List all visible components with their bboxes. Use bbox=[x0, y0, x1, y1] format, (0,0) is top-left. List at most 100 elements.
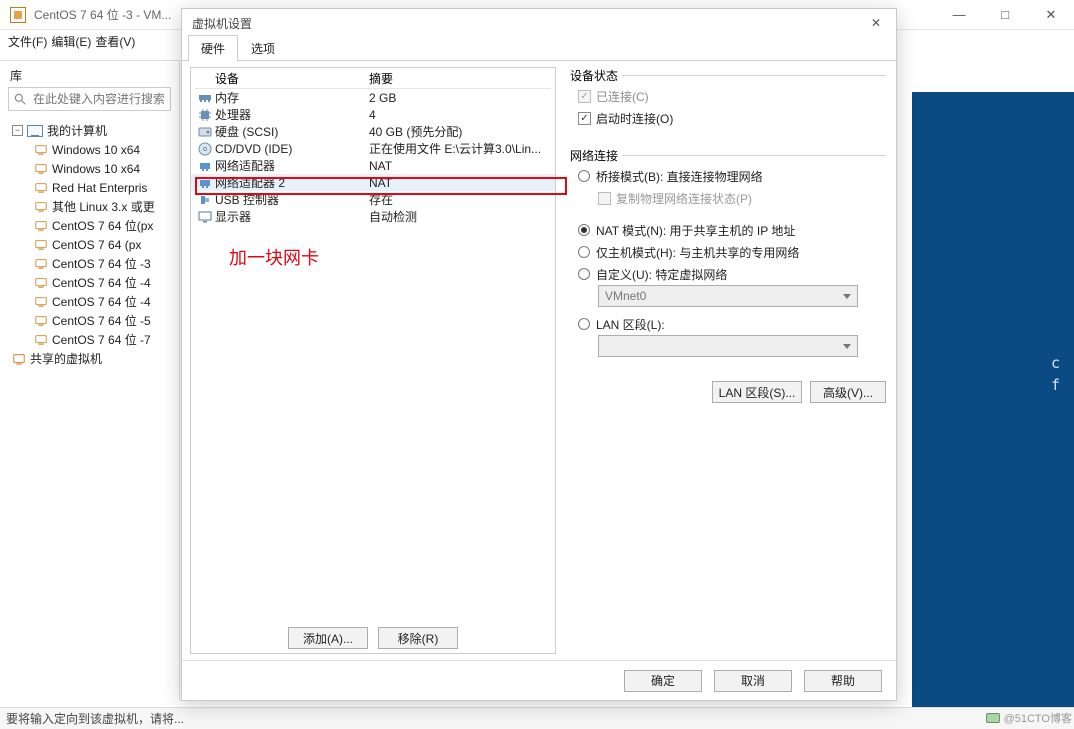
dialog-footer: 确定 取消 帮助 bbox=[182, 660, 896, 700]
hardware-row[interactable]: 网络适配器 2NAT bbox=[191, 174, 555, 191]
shared-vm-icon bbox=[12, 352, 26, 366]
vm-icon bbox=[34, 257, 48, 271]
tab-options[interactable]: 选项 bbox=[238, 35, 288, 61]
menu-edit[interactable]: 编辑(E) bbox=[51, 33, 91, 50]
hardware-list-panel: 设备 摘要 内存2 GB处理器4硬盘 (SCSI)40 GB (预先分配)CD/… bbox=[190, 67, 556, 654]
hardware-row[interactable]: 网络适配器NAT bbox=[191, 157, 555, 174]
vmnet-select: VMnet0 bbox=[598, 285, 858, 307]
sidebar-item-label: CentOS 7 64 位 -7 bbox=[52, 331, 151, 348]
radio-hostonly[interactable]: 仅主机模式(H): 与主机共享的专用网络 bbox=[578, 243, 799, 261]
net-icon bbox=[197, 176, 213, 190]
sidebar-vm-item[interactable]: CentOS 7 64 位 -7 bbox=[6, 330, 179, 349]
cancel-button[interactable]: 取消 bbox=[714, 670, 792, 692]
help-button[interactable]: 帮助 bbox=[804, 670, 882, 692]
radio-icon bbox=[578, 268, 590, 280]
dialog-titlebar: 虚拟机设置 ✕ bbox=[182, 9, 896, 37]
vm-icon bbox=[34, 295, 48, 309]
hardware-row[interactable]: 内存2 GB bbox=[191, 89, 555, 106]
sidebar-item-label: Windows 10 x64 bbox=[52, 162, 140, 176]
radio-custom-label: 自定义(U): 特定虚拟网络 bbox=[596, 266, 727, 283]
menu-file[interactable]: 文件(F) bbox=[8, 33, 47, 50]
hardware-device: CD/DVD (IDE) bbox=[215, 142, 369, 156]
sidebar-item-label: Red Hat Enterpris bbox=[52, 181, 147, 195]
sidebar-item-label: CentOS 7 64 (px bbox=[52, 238, 141, 252]
sidebar-item-label: Windows 10 x64 bbox=[52, 143, 140, 157]
hardware-device: 处理器 bbox=[215, 106, 369, 123]
maximize-button[interactable]: □ bbox=[982, 0, 1028, 30]
lan-segments-button[interactable]: LAN 区段(S)... bbox=[712, 381, 802, 403]
dialog-title: 虚拟机设置 bbox=[192, 15, 252, 32]
computer-icon bbox=[27, 125, 43, 137]
sidebar-item-label: CentOS 7 64 位 -4 bbox=[52, 293, 151, 310]
sidebar-vm-item[interactable]: 其他 Linux 3.x 或更 bbox=[6, 197, 179, 216]
sidebar-vm-item[interactable]: Windows 10 x64 bbox=[6, 159, 179, 178]
radio-bridged[interactable]: 桥接模式(B): 直接连接物理网络 bbox=[578, 167, 763, 185]
dialog-tabs: 硬件 选项 bbox=[182, 37, 896, 61]
chevron-down-icon bbox=[843, 344, 851, 349]
hardware-device: 内存 bbox=[215, 89, 369, 106]
vm-icon bbox=[34, 219, 48, 233]
checkbox-connected[interactable]: 已连接(C) bbox=[578, 87, 649, 105]
hardware-summary: NAT bbox=[369, 159, 392, 173]
hardware-summary: 40 GB (预先分配) bbox=[369, 123, 462, 140]
menubar: 文件(F) 编辑(E) 查看(V) bbox=[0, 30, 180, 52]
vm-icon bbox=[34, 238, 48, 252]
radio-bridged-label: 桥接模式(B): 直接连接物理网络 bbox=[596, 168, 763, 185]
advanced-button[interactable]: 高级(V)... bbox=[810, 381, 886, 403]
sidebar-item-label: CentOS 7 64 位(px bbox=[52, 217, 153, 234]
radio-lan-segment[interactable]: LAN 区段(L): bbox=[578, 315, 665, 333]
search-input[interactable] bbox=[31, 91, 166, 107]
hardware-row[interactable]: CD/DVD (IDE)正在使用文件 E:\云计算3.0\Lin... bbox=[191, 140, 555, 157]
radio-icon bbox=[578, 170, 590, 182]
sidebar-vm-item[interactable]: CentOS 7 64 位 -3 bbox=[6, 254, 179, 273]
vm-icon bbox=[34, 314, 48, 328]
checkbox-connect-poweron[interactable]: 启动时连接(O) bbox=[578, 109, 673, 127]
menu-view[interactable]: 查看(V) bbox=[95, 33, 135, 50]
hardware-row[interactable]: 显示器自动检测 bbox=[191, 208, 555, 225]
radio-nat-label: NAT 模式(N): 用于共享主机的 IP 地址 bbox=[596, 222, 795, 239]
checkbox-icon bbox=[598, 192, 611, 205]
remote-screen-strip: c f bbox=[912, 92, 1074, 707]
checkbox-replicate: 复制物理网络连接状态(P) bbox=[598, 189, 752, 207]
sidebar-vm-item[interactable]: Windows 10 x64 bbox=[6, 140, 179, 159]
vm-icon bbox=[34, 181, 48, 195]
vm-icon bbox=[34, 143, 48, 157]
radio-custom[interactable]: 自定义(U): 特定虚拟网络 bbox=[578, 265, 727, 283]
ok-button[interactable]: 确定 bbox=[624, 670, 702, 692]
radio-icon bbox=[578, 246, 590, 258]
library-search[interactable] bbox=[8, 87, 171, 111]
hardware-row[interactable]: USB 控制器存在 bbox=[191, 191, 555, 208]
vm-settings-dialog: 虚拟机设置 ✕ 硬件 选项 设备 摘要 内存2 GB处理器4硬盘 (SCSI)4… bbox=[181, 8, 897, 701]
tab-hardware[interactable]: 硬件 bbox=[188, 35, 238, 61]
dialog-close-button[interactable]: ✕ bbox=[862, 13, 890, 33]
tree-root-mycomputer[interactable]: − 我的计算机 bbox=[6, 121, 179, 140]
hardware-row[interactable]: 处理器4 bbox=[191, 106, 555, 123]
add-hardware-button[interactable]: 添加(A)... bbox=[288, 627, 368, 649]
sidebar-item-label: CentOS 7 64 位 -4 bbox=[52, 274, 151, 291]
radio-nat[interactable]: NAT 模式(N): 用于共享主机的 IP 地址 bbox=[578, 221, 795, 239]
sidebar-vm-item[interactable]: CentOS 7 64 (px bbox=[6, 235, 179, 254]
remove-hardware-button[interactable]: 移除(R) bbox=[378, 627, 458, 649]
sidebar-vm-item[interactable]: CentOS 7 64 位 -4 bbox=[6, 273, 179, 292]
header-summary: 摘要 bbox=[369, 70, 393, 87]
disk-icon bbox=[986, 713, 1000, 723]
sidebar-vm-item[interactable]: Red Hat Enterpris bbox=[6, 178, 179, 197]
mem-icon bbox=[197, 91, 213, 105]
collapse-icon[interactable]: − bbox=[12, 125, 23, 136]
hardware-summary: 存在 bbox=[369, 191, 393, 208]
sidebar-vm-item[interactable]: CentOS 7 64 位 -4 bbox=[6, 292, 179, 311]
minimize-button[interactable]: — bbox=[936, 0, 982, 30]
sidebar-vm-item[interactable]: CentOS 7 64 位(px bbox=[6, 216, 179, 235]
close-button[interactable]: ✕ bbox=[1028, 0, 1074, 30]
watermark: @51CTO博客 bbox=[986, 710, 1072, 726]
radio-hostonly-label: 仅主机模式(H): 与主机共享的专用网络 bbox=[596, 244, 799, 261]
library-sidebar: 库 − 我的计算机 Windows 10 x64Windows 10 x64Re… bbox=[0, 60, 180, 701]
vm-icon bbox=[34, 200, 48, 214]
sidebar-vm-item[interactable]: CentOS 7 64 位 -5 bbox=[6, 311, 179, 330]
tree-root-shared[interactable]: 共享的虚拟机 bbox=[6, 349, 179, 368]
hardware-row[interactable]: 硬盘 (SCSI)40 GB (预先分配) bbox=[191, 123, 555, 140]
radio-lan-label: LAN 区段(L): bbox=[596, 316, 665, 333]
sidebar-item-label: 其他 Linux 3.x 或更 bbox=[52, 198, 155, 215]
hardware-summary: NAT bbox=[369, 176, 392, 190]
net-icon bbox=[197, 159, 213, 173]
